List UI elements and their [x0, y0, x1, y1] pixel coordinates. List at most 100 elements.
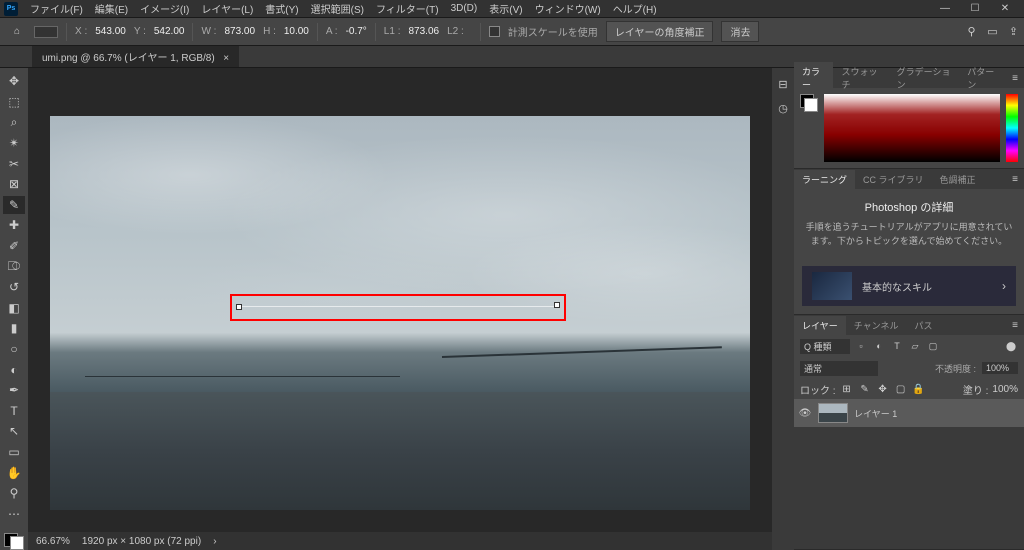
clear-button[interactable]: 消去: [721, 21, 759, 42]
path-tool[interactable]: ↖: [3, 422, 25, 441]
lock-position-icon[interactable]: ✥: [876, 382, 890, 396]
home-icon[interactable]: ⌂: [8, 23, 26, 41]
close-button[interactable]: ✕: [990, 1, 1020, 16]
panel-tab-libraries[interactable]: CC ライブラリ: [855, 170, 932, 189]
tab-close-icon[interactable]: ×: [223, 53, 229, 64]
hand-tool[interactable]: ✋: [3, 463, 25, 482]
blend-mode-select[interactable]: 通常: [800, 361, 878, 376]
x-label: X :: [75, 26, 87, 37]
filter-pixel-icon[interactable]: ▫: [854, 339, 868, 353]
panel-tab-learn[interactable]: ラーニング: [794, 170, 855, 189]
filter-shape-icon[interactable]: ▱: [908, 339, 922, 353]
panel-menu-icon[interactable]: ≡: [1006, 73, 1024, 84]
fill-value[interactable]: 100%: [992, 384, 1018, 395]
crop-tool[interactable]: ✂: [3, 154, 25, 173]
ruler-tool-icon[interactable]: [34, 26, 58, 38]
y-label: Y :: [134, 26, 146, 37]
opacity-value[interactable]: 100%: [982, 362, 1018, 374]
menu-help[interactable]: ヘルプ(H): [607, 0, 663, 18]
search-icon[interactable]: ⚲: [965, 25, 978, 38]
stamp-tool[interactable]: ⎄: [3, 257, 25, 276]
y-value: 542.00: [154, 26, 185, 37]
heal-tool[interactable]: ✚: [3, 216, 25, 235]
move-tool[interactable]: ✥: [3, 72, 25, 91]
menu-filter[interactable]: フィルター(T): [370, 0, 445, 18]
zoom-tool[interactable]: ⚲: [3, 484, 25, 503]
lock-pixels-icon[interactable]: ✎: [858, 382, 872, 396]
learn-thumbnail: [812, 272, 852, 300]
panel-tab-paths[interactable]: パス: [906, 316, 940, 335]
filter-type-icon[interactable]: T: [890, 339, 904, 353]
eyedropper-tool[interactable]: ✎: [3, 196, 25, 215]
menu-image[interactable]: イメージ(I): [134, 0, 195, 18]
scale-checkbox[interactable]: [489, 26, 500, 37]
layer-row[interactable]: 👁 レイヤー 1: [794, 399, 1024, 427]
layer-filter-select[interactable]: Q 種類: [800, 339, 850, 354]
panel-tab-color[interactable]: カラー: [794, 62, 833, 94]
shape-tool[interactable]: ▭: [3, 443, 25, 462]
blur-tool[interactable]: ○: [3, 340, 25, 359]
menu-type[interactable]: 書式(Y): [259, 0, 304, 18]
more-tools[interactable]: ⋯: [3, 504, 25, 523]
menu-3d[interactable]: 3D(D): [445, 1, 484, 16]
dodge-tool[interactable]: ◐: [3, 360, 25, 379]
menu-layer[interactable]: レイヤー(L): [195, 0, 259, 18]
panel-menu-icon[interactable]: ≡: [1006, 174, 1024, 185]
wand-tool[interactable]: ✴: [3, 134, 25, 153]
x-value: 543.00: [95, 26, 126, 37]
workspace-icon[interactable]: ▭: [986, 25, 999, 38]
history-brush-tool[interactable]: ↺: [3, 278, 25, 297]
minimize-button[interactable]: —: [930, 1, 960, 16]
type-tool[interactable]: T: [3, 402, 25, 421]
visibility-icon[interactable]: 👁: [798, 408, 812, 419]
zoom-level[interactable]: 66.67%: [36, 536, 70, 547]
lock-artboard-icon[interactable]: ▢: [894, 382, 908, 396]
menu-window[interactable]: ウィンドウ(W): [529, 0, 607, 18]
panel-tab-adjustments[interactable]: 色調補正: [932, 170, 984, 189]
status-arrow-icon[interactable]: ›: [213, 536, 216, 547]
eraser-tool[interactable]: ◧: [3, 299, 25, 318]
panel-tab-layers[interactable]: レイヤー: [794, 316, 846, 335]
panel-tab-patterns[interactable]: パターン: [959, 62, 1006, 94]
brush-tool[interactable]: ✐: [3, 237, 25, 256]
marquee-tool[interactable]: ⬚: [3, 93, 25, 112]
learn-title: Photoshop の詳細: [804, 199, 1014, 215]
frame-tool[interactable]: ⊠: [3, 175, 25, 194]
panel-menu-icon[interactable]: ≡: [1006, 320, 1024, 331]
lock-all-icon[interactable]: 🔒: [912, 382, 926, 396]
menu-view[interactable]: 表示(V): [483, 0, 528, 18]
panel-tab-swatches[interactable]: スウォッチ: [833, 62, 888, 94]
filter-smart-icon[interactable]: ▢: [926, 339, 940, 353]
panel-tab-channels[interactable]: チャンネル: [846, 316, 907, 335]
color-fg-bg-swatch[interactable]: [800, 94, 818, 112]
beach-shape: [50, 392, 750, 510]
layer-name[interactable]: レイヤー 1: [854, 407, 897, 420]
gradient-tool[interactable]: ▮: [3, 319, 25, 338]
lock-transparency-icon[interactable]: ⊞: [840, 382, 854, 396]
panel-tab-gradients[interactable]: グラデーション: [889, 62, 960, 94]
collapse-panels-icon[interactable]: ⊟: [775, 76, 791, 92]
history-panel-icon[interactable]: ◷: [775, 100, 791, 116]
menu-file[interactable]: ファイル(F): [24, 0, 89, 18]
maximize-button[interactable]: ☐: [960, 1, 990, 16]
straighten-button[interactable]: レイヤーの角度補正: [606, 21, 714, 42]
pen-tool[interactable]: ✒: [3, 381, 25, 400]
h-value: 10.00: [284, 26, 309, 37]
filter-adjust-icon[interactable]: ◐: [872, 339, 886, 353]
color-swatches[interactable]: [4, 533, 24, 550]
learn-item-basic[interactable]: 基本的なスキル ›: [802, 266, 1016, 306]
menu-edit[interactable]: 編集(E): [89, 0, 134, 18]
tab-title: umi.png @ 66.7% (レイヤー 1, RGB/8): [42, 53, 215, 64]
document-canvas[interactable]: [50, 116, 750, 510]
share-icon[interactable]: ⇪: [1007, 25, 1020, 38]
hue-slider[interactable]: [1006, 94, 1018, 162]
breakwater-shape: [85, 376, 400, 377]
layer-thumbnail[interactable]: [818, 403, 848, 423]
lasso-tool[interactable]: ⌕: [3, 113, 25, 132]
menu-select[interactable]: 選択範囲(S): [305, 0, 370, 18]
document-tab[interactable]: umi.png @ 66.7% (レイヤー 1, RGB/8) ×: [32, 46, 239, 67]
color-field[interactable]: [824, 94, 1000, 162]
l1-value: 873.06: [408, 26, 439, 37]
filter-toggle-icon[interactable]: ⬤: [1004, 339, 1018, 353]
fill-label: 塗り :: [963, 382, 989, 397]
